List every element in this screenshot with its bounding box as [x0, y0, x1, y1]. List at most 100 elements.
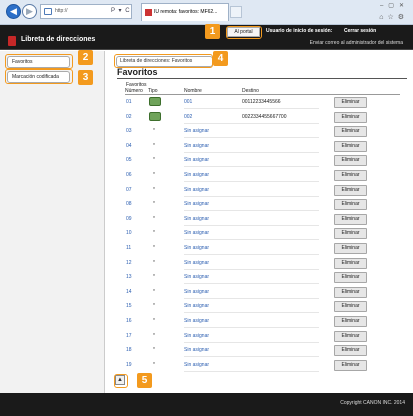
delete-button[interactable]: Eliminar — [334, 243, 367, 254]
delete-button[interactable]: Eliminar — [334, 111, 367, 123]
title-divider — [117, 78, 407, 79]
delete-button[interactable]: Eliminar — [334, 257, 367, 269]
row-name[interactable]: Sin asignar — [184, 157, 209, 163]
row-type: * — [153, 347, 155, 354]
row-name[interactable]: Sin asignar — [184, 216, 209, 222]
forward-button[interactable]: ▶ — [22, 4, 37, 19]
row-name[interactable]: Sin asignar — [184, 289, 209, 295]
row-number[interactable]: 19 — [126, 362, 132, 368]
row-divider — [184, 151, 319, 153]
row-number[interactable]: 01 — [126, 99, 132, 105]
browser-tools-icons[interactable]: ⌂☆⚙ — [379, 13, 408, 21]
row-type: * — [153, 245, 155, 251]
row-name[interactable]: Sin asignar — [184, 274, 209, 280]
admin-mail-link[interactable]: Enviar correo al administrador del siste… — [310, 40, 403, 46]
row-type: * — [153, 259, 155, 266]
logout-link[interactable]: Cerrar sesión — [344, 28, 376, 34]
row-name[interactable]: Sin asignar — [184, 201, 209, 207]
window-controls[interactable]: –▢✕ — [380, 2, 409, 9]
table-row: 07 * Sin asignar Eliminar — [106, 184, 413, 199]
fax-type-icon — [149, 111, 161, 121]
row-number[interactable]: 16 — [126, 318, 132, 324]
row-divider — [184, 341, 319, 343]
row-type: * — [153, 201, 155, 208]
row-number[interactable]: 18 — [126, 347, 132, 353]
delete-button[interactable]: Eliminar — [334, 126, 367, 138]
browser-tab[interactable]: IU remota: favoritos: MF62... — [141, 3, 229, 21]
table-row: 08 * Sin asignar Eliminar — [106, 198, 413, 213]
delete-button[interactable]: Eliminar — [334, 97, 367, 108]
table-row: 01 001 00112233445566 Eliminar — [106, 96, 413, 111]
row-number[interactable]: 14 — [126, 289, 132, 295]
row-name[interactable]: Sin asignar — [184, 143, 209, 149]
row-name[interactable]: 001 — [184, 99, 192, 105]
row-number[interactable]: 04 — [126, 143, 132, 149]
delete-button[interactable]: Eliminar — [334, 213, 367, 225]
row-number[interactable]: 12 — [126, 260, 132, 266]
table-row: 12 * Sin asignar Eliminar — [106, 257, 413, 272]
row-number[interactable]: 06 — [126, 172, 132, 178]
table-row: 05 * Sin asignar Eliminar — [106, 154, 413, 169]
row-number[interactable]: 03 — [126, 128, 132, 134]
row-name[interactable]: Sin asignar — [184, 362, 209, 368]
row-number[interactable]: 05 — [126, 157, 132, 163]
tab-title: IU remota: favoritos: MF62... — [154, 9, 218, 15]
delete-button[interactable]: Eliminar — [334, 199, 367, 211]
row-name[interactable]: Sin asignar — [184, 333, 209, 339]
row-number[interactable]: 17 — [126, 333, 132, 339]
delete-button[interactable]: Eliminar — [334, 184, 367, 196]
table-row: 18 * Sin asignar Eliminar — [106, 344, 413, 359]
delete-button[interactable]: Eliminar — [334, 155, 367, 167]
table-row: 19 * Sin asignar Eliminar — [106, 359, 413, 374]
address-tools[interactable]: P ▾ C — [111, 4, 141, 19]
row-divider — [184, 224, 319, 226]
row-type: * — [153, 142, 155, 149]
row-number[interactable]: 02 — [126, 114, 132, 120]
row-name[interactable]: Sin asignar — [184, 303, 209, 309]
row-divider — [184, 297, 319, 299]
row-number[interactable]: 11 — [126, 245, 131, 251]
delete-button[interactable]: Eliminar — [334, 359, 367, 371]
row-name[interactable]: 002 — [184, 114, 192, 120]
delete-button[interactable]: Eliminar — [334, 272, 367, 284]
row-destination: 00112233445566 — [242, 99, 281, 105]
row-number[interactable]: 07 — [126, 187, 132, 193]
row-name[interactable]: Sin asignar — [184, 318, 209, 324]
delete-button[interactable]: Eliminar — [334, 228, 367, 240]
row-number[interactable]: 13 — [126, 274, 132, 280]
delete-button[interactable]: Eliminar — [334, 345, 367, 357]
row-name[interactable]: Sin asignar — [184, 230, 209, 236]
breadcrumb-highlight — [114, 54, 213, 68]
callout-1: 1 — [205, 24, 220, 39]
back-button[interactable]: ◀ — [6, 4, 21, 19]
row-type: * — [153, 157, 155, 164]
table-row: 03 * Sin asignar Eliminar — [106, 125, 413, 140]
login-user-label: Usuario de inicio de sesión: — [266, 28, 333, 34]
sidebar: Favoritos Marcación codificada — [0, 51, 105, 393]
delete-button[interactable]: Eliminar — [334, 170, 367, 181]
portal-highlight — [226, 26, 262, 39]
row-name[interactable]: Sin asignar — [184, 245, 209, 251]
row-name[interactable]: Sin asignar — [184, 187, 209, 193]
row-number[interactable]: 10 — [126, 230, 132, 236]
delete-button[interactable]: Eliminar — [334, 140, 367, 152]
delete-button[interactable]: Eliminar — [334, 330, 367, 342]
row-type: * — [153, 128, 155, 135]
row-divider — [184, 210, 319, 212]
row-divider — [184, 327, 319, 328]
delete-button[interactable]: Eliminar — [334, 301, 367, 313]
row-number[interactable]: 15 — [126, 303, 132, 309]
row-name[interactable]: Sin asignar — [184, 347, 209, 353]
row-number[interactable]: 09 — [126, 216, 132, 222]
delete-button[interactable]: Eliminar — [334, 286, 367, 298]
new-tab-button[interactable] — [230, 6, 242, 18]
row-name[interactable]: Sin asignar — [184, 260, 209, 266]
row-name[interactable]: Sin asignar — [184, 128, 209, 134]
table-row: 06 * Sin asignar Eliminar — [106, 169, 413, 184]
row-type: * — [153, 361, 155, 368]
row-name[interactable]: Sin asignar — [184, 172, 209, 178]
table-row: 17 * Sin asignar Eliminar — [106, 330, 413, 345]
delete-button[interactable]: Eliminar — [334, 316, 367, 327]
coded-dial-highlight — [5, 69, 73, 84]
row-number[interactable]: 08 — [126, 201, 132, 207]
